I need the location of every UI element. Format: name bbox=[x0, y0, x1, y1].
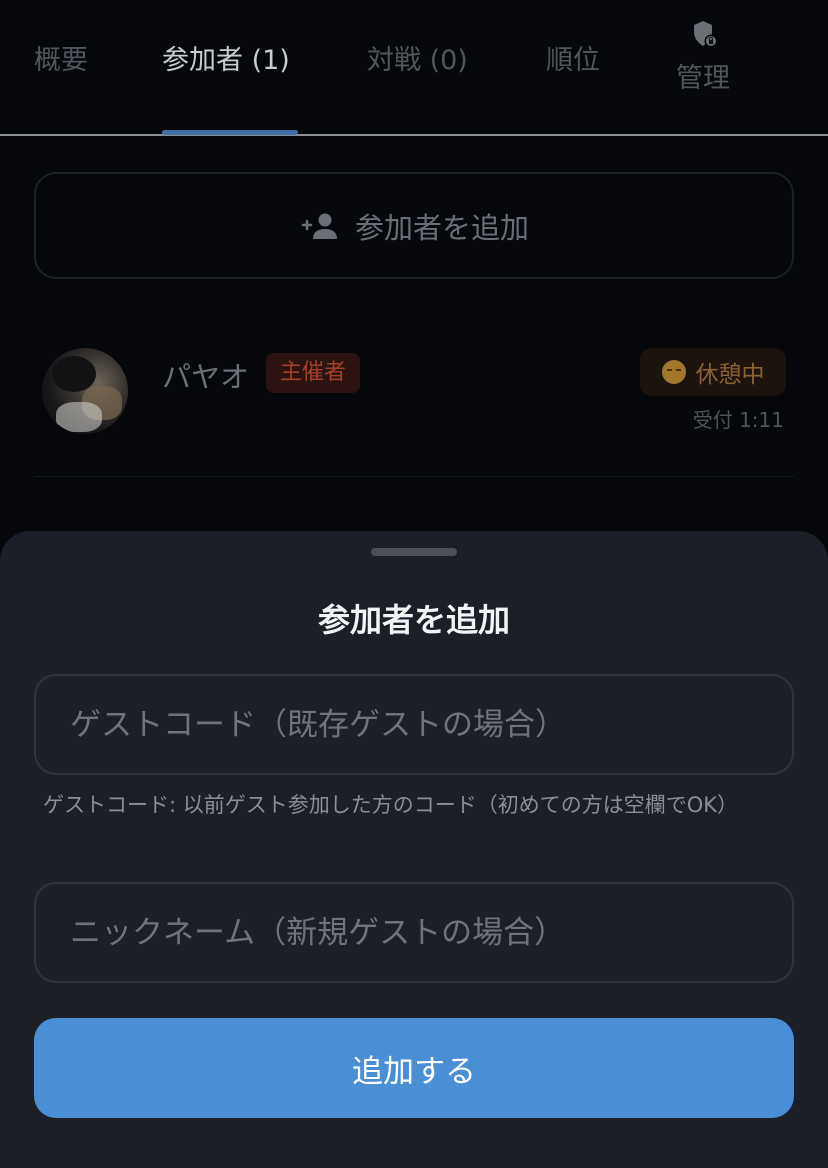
add-submit-button[interactable]: 追加する bbox=[34, 1018, 794, 1118]
received-time: 受付 1:11 bbox=[692, 408, 784, 432]
add-participant-button[interactable]: 参加者を追加 bbox=[34, 172, 794, 279]
tab-ranking[interactable]: 順位 bbox=[546, 38, 600, 77]
active-tab-indicator bbox=[162, 130, 298, 135]
shield-lock-icon bbox=[694, 21, 718, 48]
sleeping-face-icon bbox=[661, 360, 686, 384]
status-badge: 休憩中 bbox=[640, 348, 786, 396]
add-participant-label: 参加者を追加 bbox=[354, 210, 529, 245]
row-divider bbox=[34, 476, 794, 477]
guest-code-help-text: ゲストコード: 以前ゲスト参加した方のコード（初めての方は空欄でOK） bbox=[43, 793, 739, 817]
tab-participants[interactable]: 参加者 (1) bbox=[162, 38, 290, 77]
sheet-title: 参加者を追加 bbox=[317, 601, 510, 639]
avatar bbox=[42, 348, 128, 434]
sheet-drag-handle[interactable] bbox=[371, 548, 457, 556]
tab-overview[interactable]: 概要 bbox=[34, 38, 88, 77]
tab-bar: 概要 参加者 (1) 対戦 (0) 順位 管理 bbox=[0, 0, 828, 136]
add-participant-sheet: 参加者を追加 ゲストコード: 以前ゲスト参加した方のコード（初めての方は空欄でO… bbox=[0, 531, 828, 1168]
app-screen: 概要 参加者 (1) 対戦 (0) 順位 管理 参加者を追加 パヤオ 主催者 休… bbox=[0, 0, 828, 1168]
nickname-input[interactable] bbox=[34, 882, 794, 983]
status-label: 休憩中 bbox=[695, 362, 765, 388]
participant-name: パヤオ bbox=[162, 360, 250, 394]
tab-admin[interactable]: 管理 bbox=[664, 18, 746, 98]
host-badge: 主催者 bbox=[266, 353, 361, 393]
guest-code-input[interactable] bbox=[34, 674, 794, 775]
tab-admin-label: 管理 bbox=[676, 63, 730, 94]
tab-matches[interactable]: 対戦 (0) bbox=[367, 38, 468, 77]
person-add-icon bbox=[301, 213, 337, 239]
